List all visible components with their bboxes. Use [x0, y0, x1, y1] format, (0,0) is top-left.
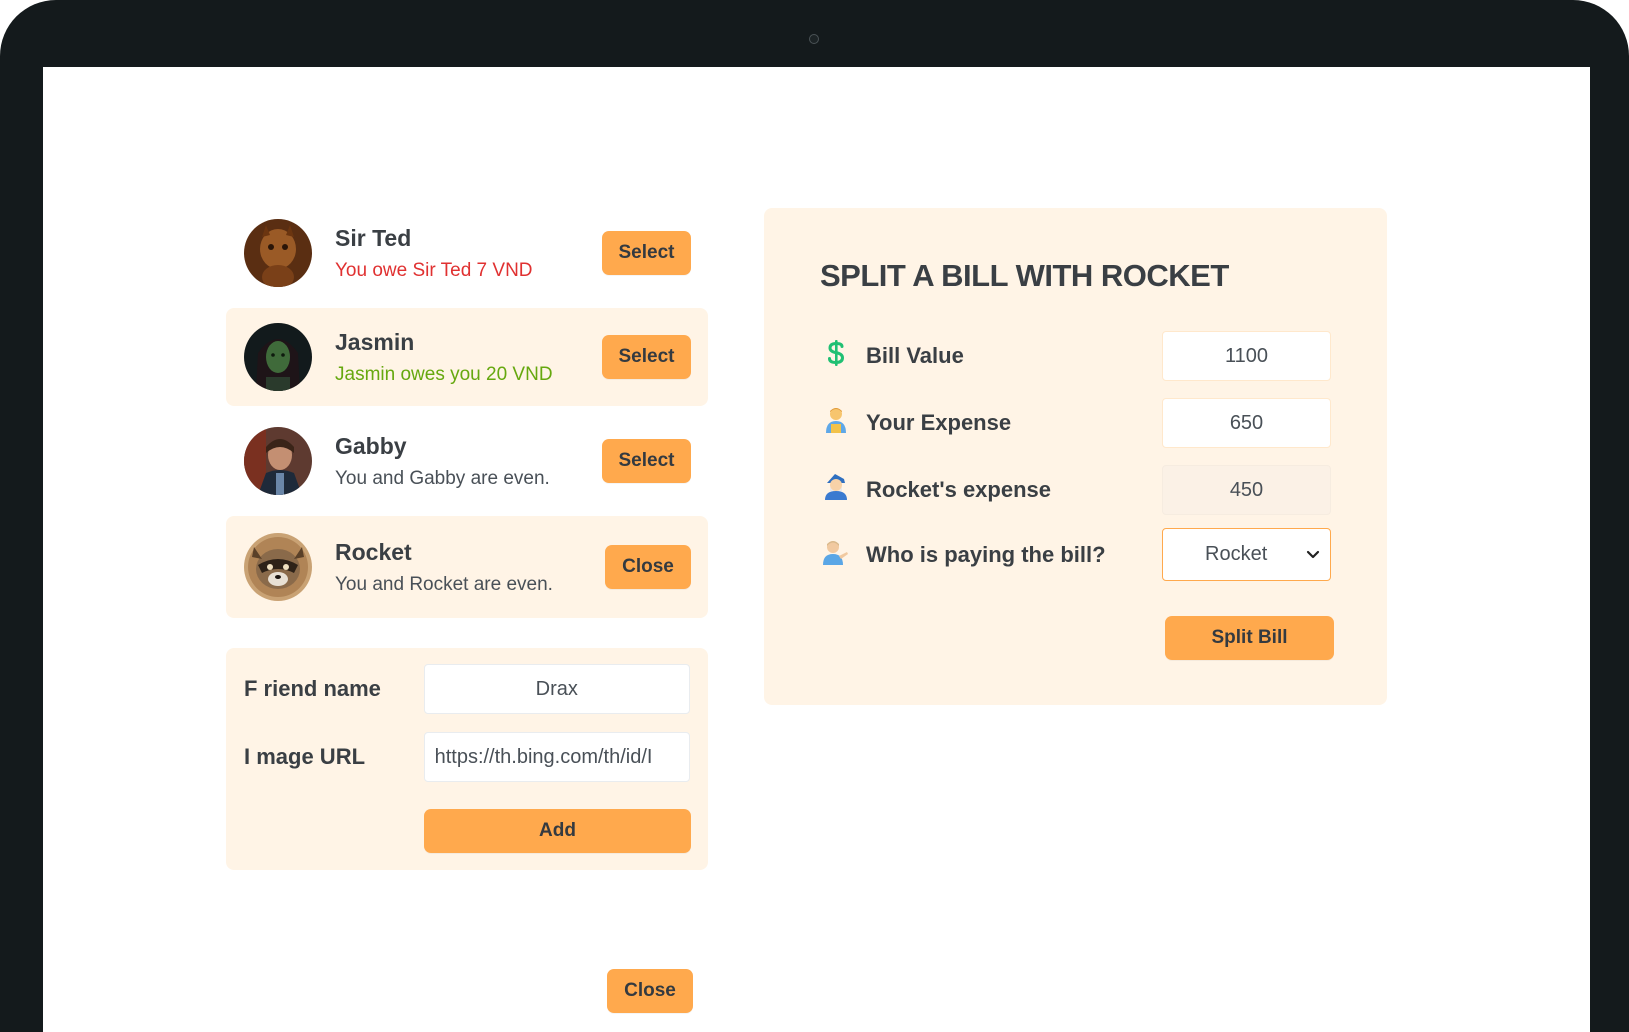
friends-sidebar: Sir Ted You owe Sir Ted 7 VND Select Jas… [226, 204, 708, 870]
your-expense-label: Your Expense [866, 410, 1012, 435]
add-friend-form: F riend name Drax I mage URL https://th.… [226, 648, 708, 870]
bill-value-input[interactable]: 1100 [1162, 331, 1331, 381]
camera-icon [809, 34, 819, 44]
chevron-down-icon [1306, 550, 1320, 559]
friend-person-icon [820, 473, 852, 507]
avatar [244, 219, 312, 287]
person-icon [820, 406, 852, 440]
friend-expense-input: 450 [1162, 465, 1331, 515]
payer-label: Who is paying the bill? [866, 541, 1106, 567]
split-bill-form: SPLIT A BILL WITH ROCKET Bill Value 1100 [764, 208, 1387, 705]
friend-name-label: F riend name [244, 676, 381, 701]
image-url-row: I mage URL https://th.bing.com/th/id/I [244, 732, 690, 782]
image-url-label: I mage URL [244, 744, 366, 769]
bill-value-label: Bill Value [866, 343, 964, 368]
friend-expense-row: Rocket's expense 450 [820, 465, 1331, 515]
dollar-icon [820, 339, 852, 373]
select-friend-button[interactable]: Select [602, 231, 691, 275]
split-bill-title: SPLIT A BILL WITH ROCKET [820, 258, 1229, 293]
app-screen: Sir Ted You owe Sir Ted 7 VND Select Jas… [43, 67, 1590, 1032]
your-expense-row: Your Expense 650 [820, 398, 1331, 448]
close-form-button[interactable]: Close [607, 969, 693, 1013]
friend-expense-label: Rocket's expense [866, 477, 1051, 502]
friend-item-sir-ted: Sir Ted You owe Sir Ted 7 VND Select [226, 204, 708, 302]
select-friend-button[interactable]: Select [602, 439, 691, 483]
payer-select[interactable]: Rocket [1162, 528, 1331, 581]
pointing-person-icon [820, 538, 852, 572]
bill-value-row: Bill Value 1100 [820, 331, 1331, 381]
avatar [244, 533, 312, 601]
your-expense-input[interactable]: 650 [1162, 398, 1331, 448]
friend-name-row: F riend name Drax [244, 664, 690, 714]
friend-item-gabby: Gabby You and Gabby are even. Select [226, 412, 708, 510]
add-friend-button[interactable]: Add [424, 809, 691, 853]
friend-name-input[interactable]: Drax [423, 664, 690, 714]
friend-item-jasmin: Jasmin Jasmin owes you 20 VND Select [226, 308, 708, 406]
payer-select-value: Rocket [1205, 543, 1268, 565]
select-friend-button[interactable]: Select [602, 335, 691, 379]
avatar [244, 427, 312, 495]
payer-row: Who is paying the bill? Rocket [820, 528, 1331, 581]
close-friend-button[interactable]: Close [605, 545, 691, 589]
friend-item-rocket: Rocket You and Rocket are even. Close [226, 516, 708, 618]
avatar [244, 323, 312, 391]
split-bill-button[interactable]: Split Bill [1165, 616, 1334, 660]
image-url-input[interactable]: https://th.bing.com/th/id/I [423, 732, 690, 782]
